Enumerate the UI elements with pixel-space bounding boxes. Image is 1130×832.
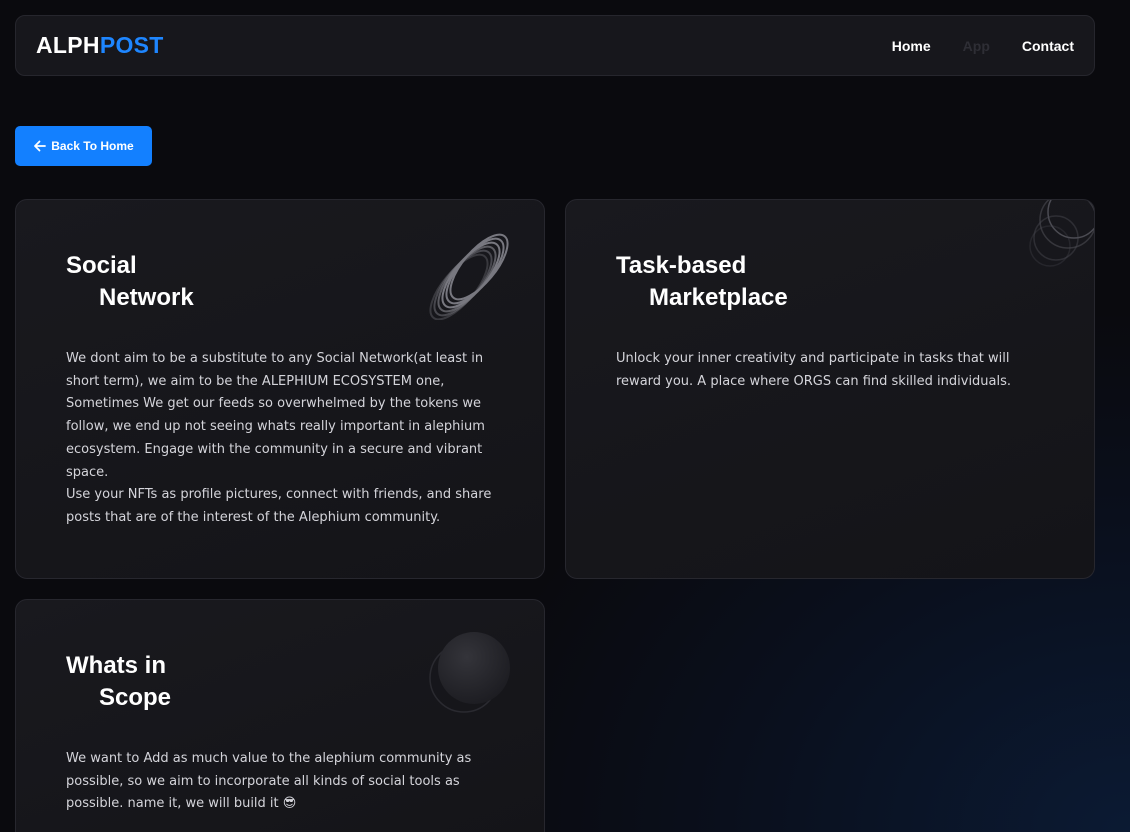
logo-part-alph: ALPH bbox=[36, 32, 100, 58]
card-title: Task-based Marketplace bbox=[616, 250, 788, 314]
card-title-line2: Marketplace bbox=[649, 284, 788, 311]
card-body: We dont aim to be a substitute to any So… bbox=[66, 351, 492, 525]
card-title-line2: Network bbox=[99, 284, 194, 311]
card-title-line1: Whats in bbox=[66, 652, 166, 679]
nav-contact[interactable]: Contact bbox=[1022, 38, 1074, 54]
nav-links: Home App Contact bbox=[892, 38, 1074, 54]
card-title: Whats in Scope bbox=[66, 650, 171, 714]
wire-coil-icon bbox=[429, 233, 509, 320]
back-to-home-button[interactable]: Back To Home bbox=[15, 126, 152, 166]
navbar: ALPH POST Home App Contact bbox=[15, 15, 1095, 76]
back-button-label: Back To Home bbox=[51, 139, 134, 153]
card-title: Social Network bbox=[66, 250, 194, 314]
card-title-line2: Scope bbox=[99, 684, 172, 711]
card-body: We want to Add as much value to the alep… bbox=[66, 751, 472, 812]
sphere-icon bbox=[429, 632, 510, 713]
card-whats-in-scope: Whats in Scope We want to Add as much va… bbox=[15, 599, 545, 832]
card-title-line1: Social bbox=[66, 252, 137, 279]
card-social-network: Social Network We dont aim to be a subst… bbox=[15, 199, 545, 579]
card-title-line1: Task-based bbox=[616, 252, 747, 279]
rings-icon bbox=[1029, 200, 1094, 267]
logo-part-post: POST bbox=[99, 32, 164, 58]
nav-app[interactable]: App bbox=[963, 38, 990, 54]
card-task-marketplace: Task-based Marketplace Unlock your inner… bbox=[565, 199, 1095, 579]
nav-home[interactable]: Home bbox=[892, 38, 931, 54]
card-body: Unlock your inner creativity and partici… bbox=[616, 351, 1012, 389]
logo[interactable]: ALPH POST bbox=[36, 32, 164, 59]
arrow-left-icon bbox=[34, 140, 47, 152]
